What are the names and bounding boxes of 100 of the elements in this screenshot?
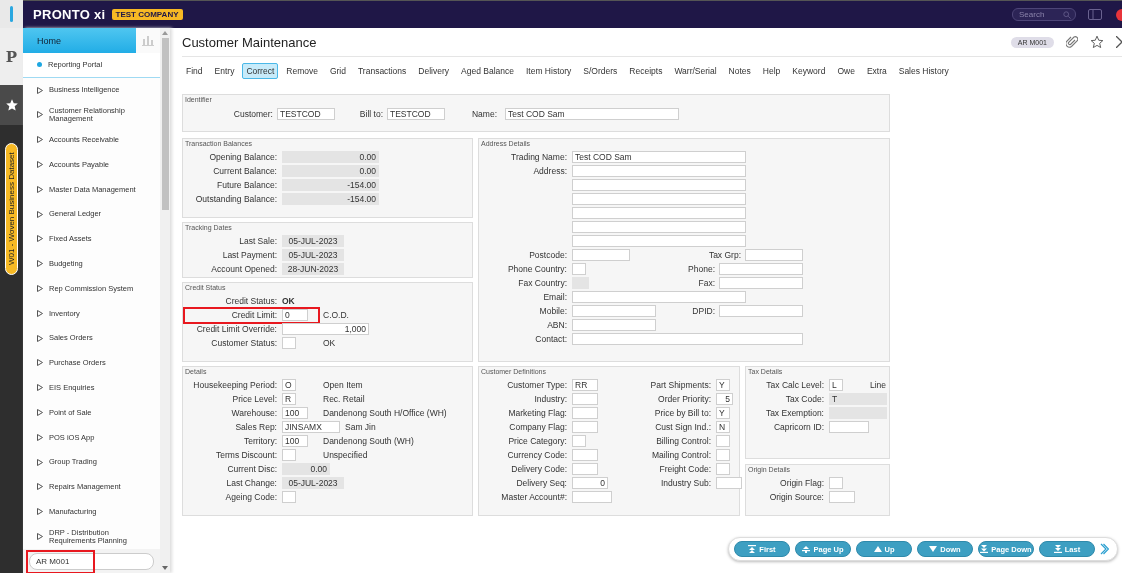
menu-item[interactable]: Aged Balance <box>457 63 518 79</box>
input-field[interactable] <box>282 337 296 349</box>
input-field[interactable] <box>572 179 746 191</box>
menu-item[interactable]: Remove <box>282 63 322 79</box>
field-label: Company Flag: <box>509 422 567 432</box>
input-field[interactable] <box>282 449 296 461</box>
input-field[interactable] <box>572 319 656 331</box>
field-label: Cust Sign Ind.: <box>655 422 711 432</box>
paperclip-icon[interactable] <box>1066 35 1078 49</box>
panel-icon[interactable] <box>1088 9 1102 20</box>
readonly-field: -154.00 <box>282 179 379 191</box>
avatar-icon[interactable] <box>1116 8 1122 21</box>
input-field[interactable] <box>572 193 746 205</box>
input-field[interactable] <box>829 421 869 433</box>
expand-triangle-icon <box>37 136 43 144</box>
scroll-up-icon[interactable] <box>162 31 168 35</box>
input-field[interactable] <box>572 435 586 447</box>
input-field[interactable]: TESTCOD <box>277 108 335 120</box>
field-label: Account Opened: <box>211 264 277 274</box>
input-field[interactable] <box>716 435 730 447</box>
input-field[interactable] <box>572 407 598 419</box>
input-field[interactable]: Test COD Sam <box>505 108 679 120</box>
scroll-down-icon[interactable] <box>162 566 168 570</box>
readonly-field: 0.00 <box>282 165 379 177</box>
menu-item[interactable]: Delivery <box>414 63 454 79</box>
input-field[interactable]: O <box>282 379 296 391</box>
input-field[interactable] <box>829 491 855 503</box>
input-field[interactable] <box>572 305 656 317</box>
close-icon[interactable] <box>1116 36 1122 48</box>
input-field[interactable]: Y <box>716 379 730 391</box>
menu-item[interactable]: Receipts <box>625 63 667 79</box>
input-field[interactable] <box>572 249 630 261</box>
input-field[interactable]: JINSAMX <box>282 421 340 433</box>
chart-icon[interactable] <box>142 35 154 46</box>
input-field[interactable] <box>716 463 730 475</box>
input-field[interactable]: N <box>716 421 730 433</box>
input-field[interactable] <box>572 221 746 233</box>
menu-item[interactable]: Keyword <box>788 63 830 79</box>
menu-item[interactable]: Correct <box>242 63 279 79</box>
input-field[interactable] <box>716 449 730 461</box>
chevron-right-icon[interactable] <box>1100 543 1109 555</box>
field-label: Address: <box>533 166 567 176</box>
input-field[interactable] <box>572 291 746 303</box>
input-field[interactable]: Y <box>716 407 730 419</box>
input-field[interactable]: 100 <box>282 407 308 419</box>
menu-item[interactable]: Item History <box>521 63 576 79</box>
readonly-field: 28-JUN-2023 <box>282 263 344 275</box>
star-icon[interactable] <box>4 98 19 112</box>
input-field[interactable] <box>572 165 746 177</box>
input-field[interactable]: TESTCOD <box>387 108 445 120</box>
menu-item[interactable]: Warr/Serial <box>670 63 721 79</box>
input-field[interactable]: L <box>829 379 843 391</box>
input-field[interactable] <box>282 491 296 503</box>
star-icon[interactable] <box>1090 35 1104 49</box>
field-description: OK <box>323 338 336 348</box>
field-label: Last Sale: <box>239 236 277 246</box>
menu-item[interactable]: Grid <box>325 63 350 79</box>
menu-item[interactable]: Owe <box>833 63 859 79</box>
input-field[interactable]: 100 <box>282 435 308 447</box>
field-label: Order Priority: <box>658 394 711 404</box>
input-field[interactable] <box>572 333 803 345</box>
input-field[interactable] <box>572 491 612 503</box>
input-field[interactable]: RR <box>572 379 598 391</box>
menu-item[interactable]: Extra <box>862 63 891 79</box>
search-field[interactable]: AR M001 <box>29 552 154 570</box>
page-down-icon <box>980 545 989 553</box>
input-field[interactable]: 0 <box>572 477 608 489</box>
input-field[interactable] <box>572 263 586 275</box>
menu-item[interactable]: Entry <box>210 63 239 79</box>
input-field[interactable] <box>829 477 843 489</box>
menu-item[interactable]: Sales History <box>894 63 953 79</box>
input-field[interactable] <box>572 449 598 461</box>
first-record-icon <box>748 545 757 553</box>
last-record-icon <box>1053 545 1062 553</box>
input-field[interactable] <box>572 463 598 475</box>
input-field[interactable]: 1,000 <box>282 323 369 335</box>
input-field[interactable] <box>572 235 746 247</box>
menu-item[interactable]: Transactions <box>354 63 411 79</box>
input-field[interactable] <box>716 477 742 489</box>
input-field[interactable]: Test COD Sam <box>572 151 746 163</box>
input-field[interactable] <box>719 277 803 289</box>
input-field[interactable] <box>572 393 598 405</box>
field-description: C.O.D. <box>323 310 349 320</box>
input-field[interactable]: R <box>282 393 296 405</box>
dataset-tab[interactable]: W01 - Woven Business Dataset <box>5 143 18 275</box>
input-field[interactable] <box>572 421 598 433</box>
input-field[interactable] <box>719 263 803 275</box>
input-field[interactable] <box>572 207 746 219</box>
home-tab[interactable]: Home <box>23 28 136 53</box>
menu-item[interactable]: Notes <box>724 63 755 79</box>
input-field[interactable] <box>719 305 803 317</box>
menu-item[interactable]: Find <box>182 63 207 79</box>
search-field[interactable]: Search <box>1012 8 1076 21</box>
menu-item[interactable]: Help <box>758 63 785 79</box>
scrollbar-thumb[interactable] <box>161 38 169 210</box>
menu-item[interactable]: S/Orders <box>579 63 622 79</box>
input-field[interactable]: 0 <box>282 309 308 321</box>
input-field[interactable]: 5 <box>716 393 733 405</box>
input-field[interactable] <box>745 249 803 261</box>
field-label: Part Shipments: <box>650 380 711 390</box>
